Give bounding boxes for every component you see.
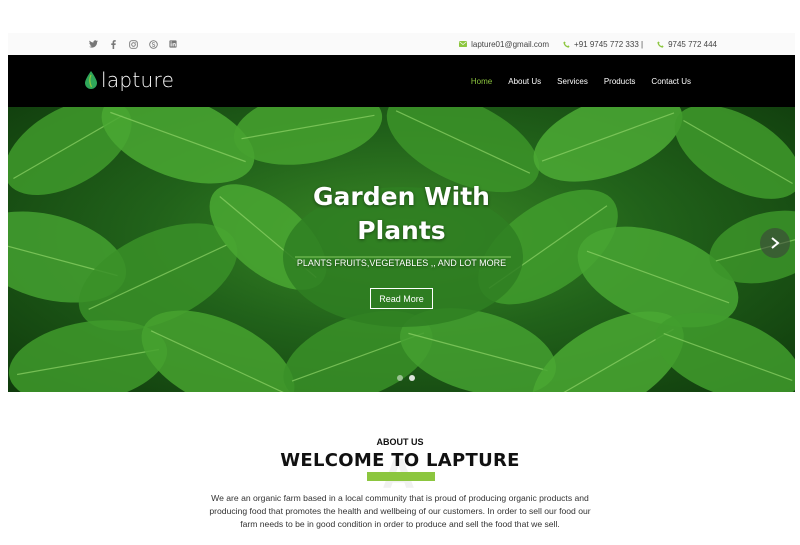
hero-subtitle: PLANTS FRUITS,VEGETABLES ,, AND LOT MORE bbox=[296, 258, 507, 268]
main-nav: Home About Us Services Products Contact … bbox=[471, 55, 691, 107]
hero-title-line-1: Garden With bbox=[313, 182, 490, 211]
phone-icon bbox=[657, 40, 664, 48]
slider-dot-1[interactable] bbox=[397, 375, 403, 381]
nav-item-home[interactable]: Home bbox=[471, 77, 492, 86]
email-contact[interactable]: lapture01@gmail.com bbox=[459, 40, 549, 49]
read-more-button[interactable]: Read More bbox=[370, 288, 433, 309]
nav-item-services[interactable]: Services bbox=[557, 77, 588, 86]
hero-slider: Garden With Plants PLANTS FRUITS,VEGETAB… bbox=[8, 107, 795, 392]
site-logo[interactable]: lapture bbox=[85, 68, 174, 92]
slider-dots bbox=[397, 375, 415, 381]
about-label: ABOUT US bbox=[376, 437, 424, 447]
linkedin-icon[interactable] bbox=[168, 39, 178, 49]
about-title: WELCOME TO LAPTURE bbox=[280, 450, 520, 471]
hero-title: Garden With Plants bbox=[8, 180, 795, 248]
leaves-background-image bbox=[8, 107, 795, 392]
social-links bbox=[88, 33, 178, 55]
about-title-underline bbox=[367, 472, 435, 481]
top-bar: lapture01@gmail.com +91 9745 772 333 | 9… bbox=[8, 33, 795, 55]
facebook-icon[interactable] bbox=[108, 39, 118, 49]
skype-icon[interactable] bbox=[148, 39, 158, 49]
nav-item-about-us[interactable]: About Us bbox=[508, 77, 541, 86]
phone-icon bbox=[563, 40, 570, 48]
email-text: lapture01@gmail.com bbox=[471, 39, 550, 49]
nav-item-products[interactable]: Products bbox=[604, 77, 636, 86]
twitter-icon[interactable] bbox=[88, 39, 98, 49]
main-navbar: lapture Home About Us Services Products … bbox=[8, 55, 795, 107]
contact-info: lapture01@gmail.com +91 9745 772 333 | 9… bbox=[445, 33, 717, 55]
phone-contact-2[interactable]: 9745 772 444 bbox=[657, 40, 717, 49]
slider-next-button[interactable] bbox=[760, 228, 790, 258]
nav-item-contact-us[interactable]: Contact Us bbox=[651, 77, 691, 86]
slider-dot-2[interactable] bbox=[409, 375, 415, 381]
hero-title-line-2: Plants bbox=[357, 216, 446, 245]
phone-text-1: +91 9745 772 333 | bbox=[574, 39, 644, 49]
logo-text: lapture bbox=[101, 68, 175, 92]
leaf-drop-icon bbox=[85, 71, 97, 89]
phone-text-2: 9745 772 444 bbox=[668, 39, 717, 49]
instagram-icon[interactable] bbox=[128, 39, 138, 49]
phone-contact-1[interactable]: +91 9745 772 333 | bbox=[563, 40, 643, 49]
mail-icon bbox=[459, 41, 468, 47]
about-section: A ABOUT US WELCOME TO LAPTURE We are an … bbox=[0, 392, 800, 545]
chevron-right-icon bbox=[771, 237, 780, 249]
about-text: We are an organic farm based in a local … bbox=[209, 493, 591, 529]
